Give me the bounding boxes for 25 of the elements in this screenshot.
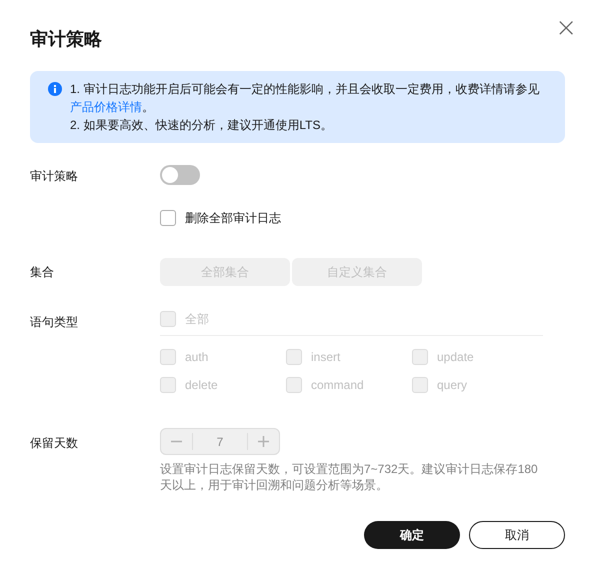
toggle-thumb — [162, 167, 178, 183]
checkbox-label: insert — [311, 349, 340, 366]
dialog-title: 审计策略 — [30, 28, 102, 51]
field-label: 保留天数 — [30, 435, 79, 452]
checkbox-label: command — [311, 377, 364, 394]
cancel-button[interactable]: 取消 — [469, 521, 565, 549]
checkbox-label: delete — [185, 377, 218, 394]
checkbox-label: update — [437, 349, 474, 366]
field-label: 语句类型 — [30, 314, 79, 331]
toggle-switch[interactable] — [160, 165, 200, 185]
checkbox[interactable] — [160, 210, 176, 226]
plus-icon — [258, 436, 269, 447]
checkbox-label: auth — [185, 349, 208, 366]
notice-text: 2. 如果要高效、快速的分析，建议开通使用LTS。 — [70, 117, 334, 134]
help-text: 设置审计日志保留天数，可设置范围为7~732天。建议审计日志保存180天以上，用于审计回溯和问题分析等场景。 — [160, 461, 539, 493]
field-label: 集合 — [30, 264, 55, 281]
checkbox-label: 删除全部审计日志 — [185, 210, 281, 227]
close-button[interactable]: × — [555, 16, 577, 40]
checkbox-label: query — [437, 377, 468, 394]
pricing-link[interactable]: 产品价格详情 — [70, 100, 142, 114]
info-icon — [48, 82, 62, 96]
checkbox-label: 全部 — [185, 311, 209, 328]
field-label: 审计策略 — [30, 168, 79, 185]
notice-text: 1. 审计日志功能开启后可能会有一定的性能影响，并且会收取一定费用，收费详情请参见 产品价格详情。 — [70, 81, 540, 116]
confirm-button[interactable]: 确定 — [364, 521, 460, 549]
